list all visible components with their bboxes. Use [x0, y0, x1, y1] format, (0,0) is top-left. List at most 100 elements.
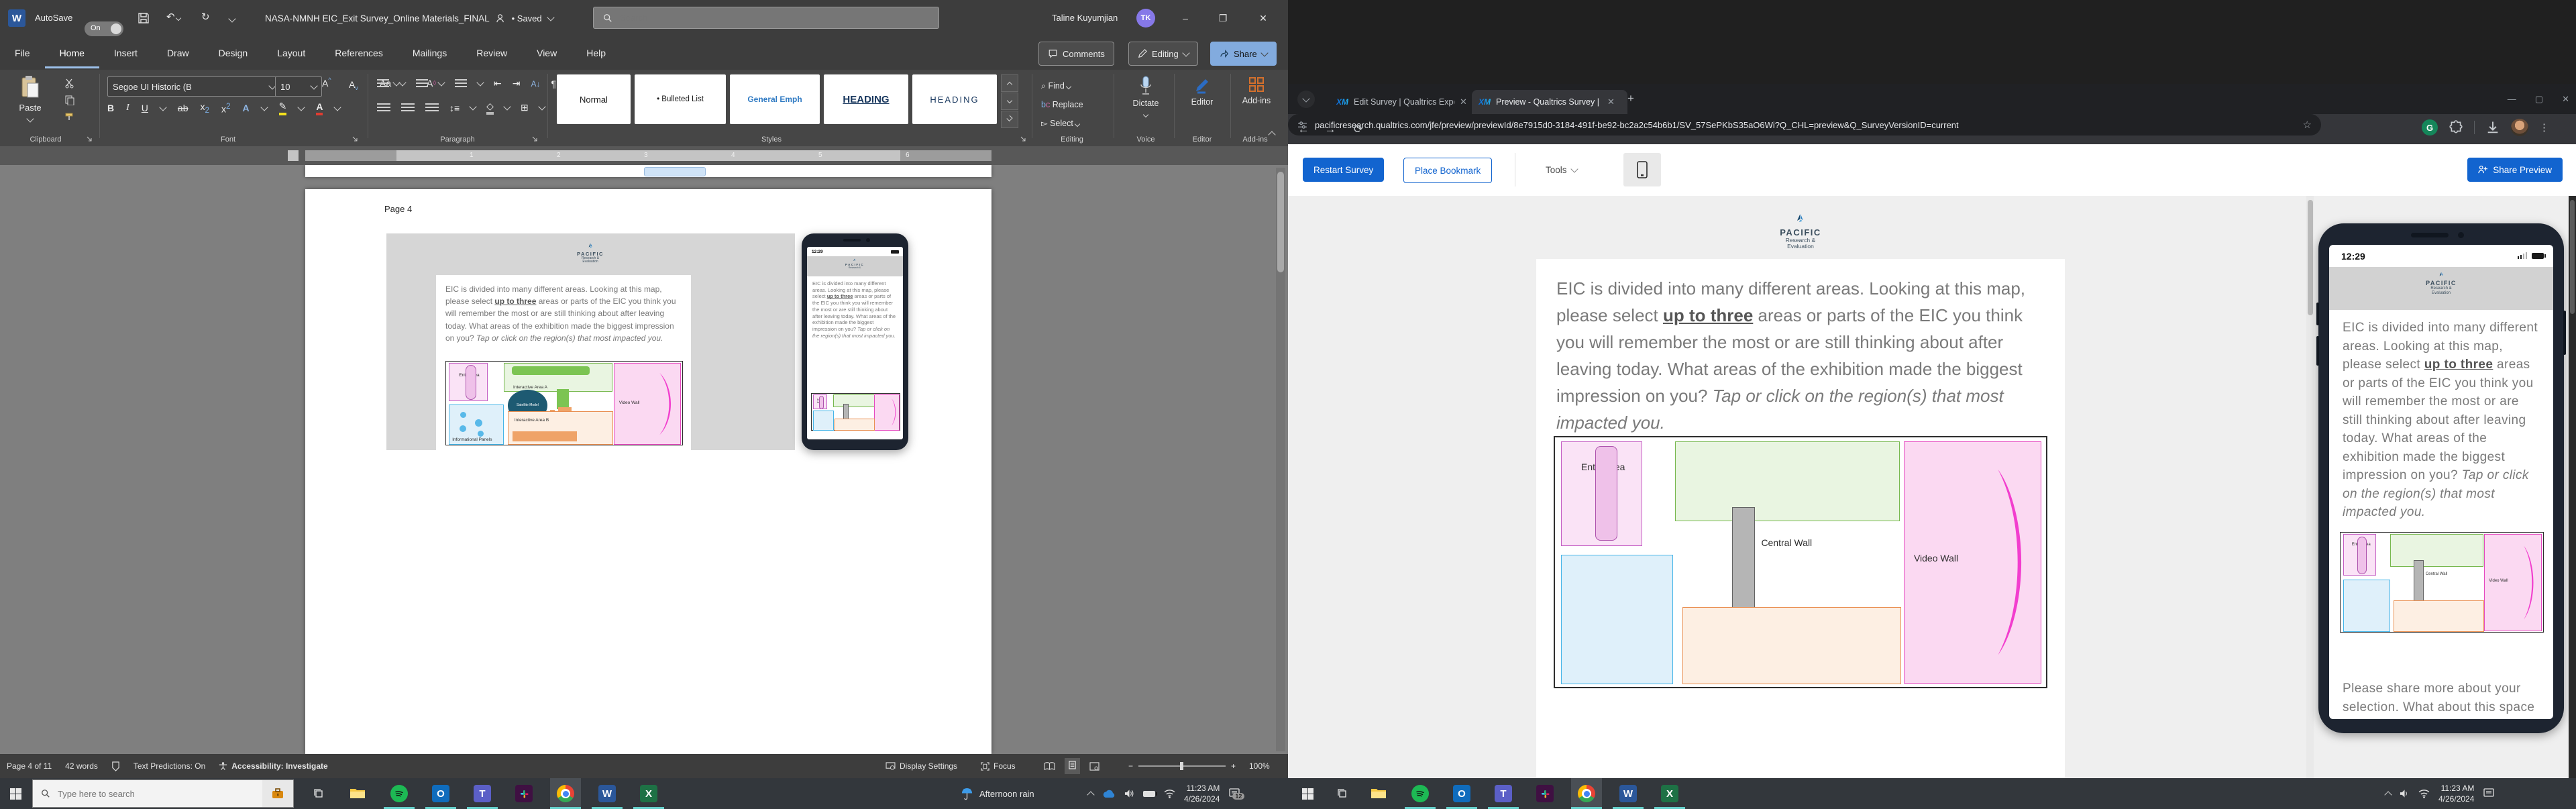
- tab-selector[interactable]: [288, 150, 299, 161]
- cut-icon[interactable]: [64, 78, 75, 89]
- style-heading-2[interactable]: HEADING: [912, 74, 997, 124]
- style-heading-1[interactable]: HEADING: [824, 74, 908, 124]
- map-interactive-area-b[interactable]: [835, 419, 875, 431]
- taskbar-excel[interactable]: X: [633, 778, 664, 809]
- taskbar-spotify[interactable]: [1405, 778, 1436, 809]
- maximize-button[interactable]: ▢: [2535, 94, 2543, 105]
- map-informational-panels[interactable]: [2343, 580, 2390, 632]
- multilevel-list-icon[interactable]: [455, 79, 467, 89]
- taskbar-chrome[interactable]: [1571, 778, 1602, 809]
- grammarly-extension-icon[interactable]: G: [2422, 119, 2438, 136]
- font-name-combo[interactable]: Segoe UI Historic (B: [107, 76, 280, 97]
- taskbar-word[interactable]: W: [592, 778, 623, 809]
- reload-icon[interactable]: ⟳: [1347, 123, 1370, 136]
- tab-file[interactable]: File: [0, 38, 45, 68]
- map-interactive-area-a[interactable]: Interactive Area A: [504, 363, 612, 392]
- status-accessibility[interactable]: Accessibility: Investigate: [212, 754, 334, 778]
- clock[interactable]: 11:23 AM4/26/2024: [1184, 783, 1220, 804]
- tab-close-icon[interactable]: ✕: [1607, 97, 1615, 107]
- window-scrollbar[interactable]: [2569, 196, 2576, 778]
- taskbar-file-explorer[interactable]: [342, 778, 373, 809]
- share-preview-button[interactable]: Share Preview: [2467, 158, 2563, 182]
- new-tab-button[interactable]: +: [1627, 92, 1634, 105]
- focus-mode[interactable]: Focus: [974, 754, 1022, 778]
- tools-dropdown[interactable]: Tools: [1535, 158, 1588, 182]
- taskbar-excel[interactable]: X: [1654, 778, 1685, 809]
- replace-button[interactable]: bc Replace: [1041, 95, 1083, 114]
- undo-icon[interactable]: ↶: [166, 11, 180, 23]
- bullets-icon[interactable]: [377, 79, 389, 89]
- tab-home[interactable]: Home: [45, 38, 99, 68]
- map-video-wall[interactable]: Video Wall: [1904, 441, 2041, 684]
- volume-icon[interactable]: [2400, 789, 2410, 798]
- taskbar-slack[interactable]: [508, 778, 539, 809]
- map-central-wall[interactable]: [2414, 560, 2424, 604]
- styles-gallery-more[interactable]: [1001, 111, 1018, 128]
- copy-icon[interactable]: [64, 95, 75, 105]
- print-layout-icon[interactable]: [1065, 758, 1080, 774]
- italic-button[interactable]: I: [126, 103, 129, 113]
- weather-widget[interactable]: Afternoon rain: [961, 778, 1034, 809]
- battery-icon[interactable]: [1143, 791, 1155, 797]
- tab-mailings[interactable]: Mailings: [398, 38, 462, 68]
- borders-icon[interactable]: ⊞: [521, 102, 529, 113]
- strikethrough-button[interactable]: ab: [178, 103, 189, 113]
- web-layout-icon[interactable]: [1089, 762, 1099, 771]
- volume-icon[interactable]: [1124, 789, 1134, 798]
- tab-draw[interactable]: Draw: [152, 38, 204, 68]
- align-center-icon[interactable]: [401, 103, 415, 113]
- dictate-button[interactable]: Dictate: [1122, 75, 1170, 120]
- zoom-in-button[interactable]: +: [1231, 761, 1236, 771]
- map-video-wall[interactable]: Video Wall: [614, 363, 681, 445]
- map-entry-area[interactable]: Entry Area: [449, 363, 488, 401]
- line-spacing-icon[interactable]: ↕≡: [449, 103, 460, 113]
- editing-mode-button[interactable]: Editing: [1128, 42, 1198, 66]
- word-search-input[interactable]: [619, 12, 903, 23]
- chrome-menu-icon[interactable]: ⋮: [2539, 121, 2550, 133]
- numbering-icon[interactable]: [416, 79, 428, 89]
- tab-help[interactable]: Help: [572, 38, 621, 68]
- notification-center-icon[interactable]: 12: [1228, 788, 1240, 800]
- minimize-button[interactable]: –: [1170, 0, 1201, 36]
- map-entry-area[interactable]: Entry Area: [813, 394, 828, 410]
- tab-search-button[interactable]: [1297, 91, 1315, 108]
- scrollbar-thumb[interactable]: [2308, 200, 2313, 315]
- tab-close-icon[interactable]: ✕: [1460, 97, 1467, 107]
- taskbar-file-explorer[interactable]: [1363, 778, 1394, 809]
- decrease-indent-icon[interactable]: ⇤: [494, 78, 502, 89]
- find-button[interactable]: ⌕ Find: [1041, 76, 1083, 95]
- pilcrow-icon[interactable]: ¶: [551, 78, 556, 89]
- taskbar-search-box[interactable]: [32, 779, 294, 808]
- place-bookmark-button[interactable]: Place Bookmark: [1403, 158, 1492, 183]
- grow-font-icon[interactable]: A^: [322, 78, 331, 89]
- align-left-icon[interactable]: [377, 103, 390, 113]
- scrollbar-thumb[interactable]: [1277, 172, 1284, 272]
- styles-dialog-launcher[interactable]: [1020, 136, 1026, 142]
- shading-icon[interactable]: ◇: [486, 101, 494, 115]
- restart-survey-button[interactable]: Restart Survey: [1303, 158, 1384, 182]
- tab-edit-survey[interactable]: XM Edit Survey | Qualtrics Experienc ✕: [1330, 90, 1477, 114]
- map-video-wall[interactable]: [874, 394, 900, 431]
- word-search-box[interactable]: [593, 7, 939, 29]
- minimize-button[interactable]: —: [2508, 94, 2516, 104]
- tab-preview-survey-active[interactable]: XM Preview - Qualtrics Survey | Qua ✕: [1472, 90, 1627, 114]
- scrollbar-thumb[interactable]: [2570, 200, 2575, 314]
- save-icon[interactable]: [137, 11, 150, 25]
- taskbar-outlook[interactable]: O: [1446, 778, 1477, 809]
- proofing-icon[interactable]: [105, 754, 127, 778]
- mobile-preview-toggle[interactable]: [1623, 153, 1661, 186]
- survey-scrollbar[interactable]: [2306, 196, 2314, 778]
- underline-button[interactable]: U: [142, 103, 148, 113]
- page-4[interactable]: Page 4 PACIFIC Research & Evaluation EIC…: [305, 189, 991, 754]
- map-central-wall[interactable]: [1732, 507, 1756, 616]
- taskbar-search-input[interactable]: [56, 788, 240, 800]
- zoom-slider-knob[interactable]: [1180, 762, 1183, 770]
- paste-button[interactable]: ​Paste: [12, 75, 48, 125]
- style-general-emph[interactable]: General Emph: [730, 74, 820, 124]
- avatar[interactable]: TK: [1136, 9, 1155, 28]
- map-entry-area[interactable]: Entry Area: [1561, 441, 1642, 546]
- shrink-font-icon[interactable]: Av: [349, 78, 358, 91]
- sort-icon[interactable]: A↓: [531, 79, 540, 89]
- tab-references[interactable]: References: [320, 38, 398, 68]
- taskbar-slack[interactable]: [1529, 778, 1560, 809]
